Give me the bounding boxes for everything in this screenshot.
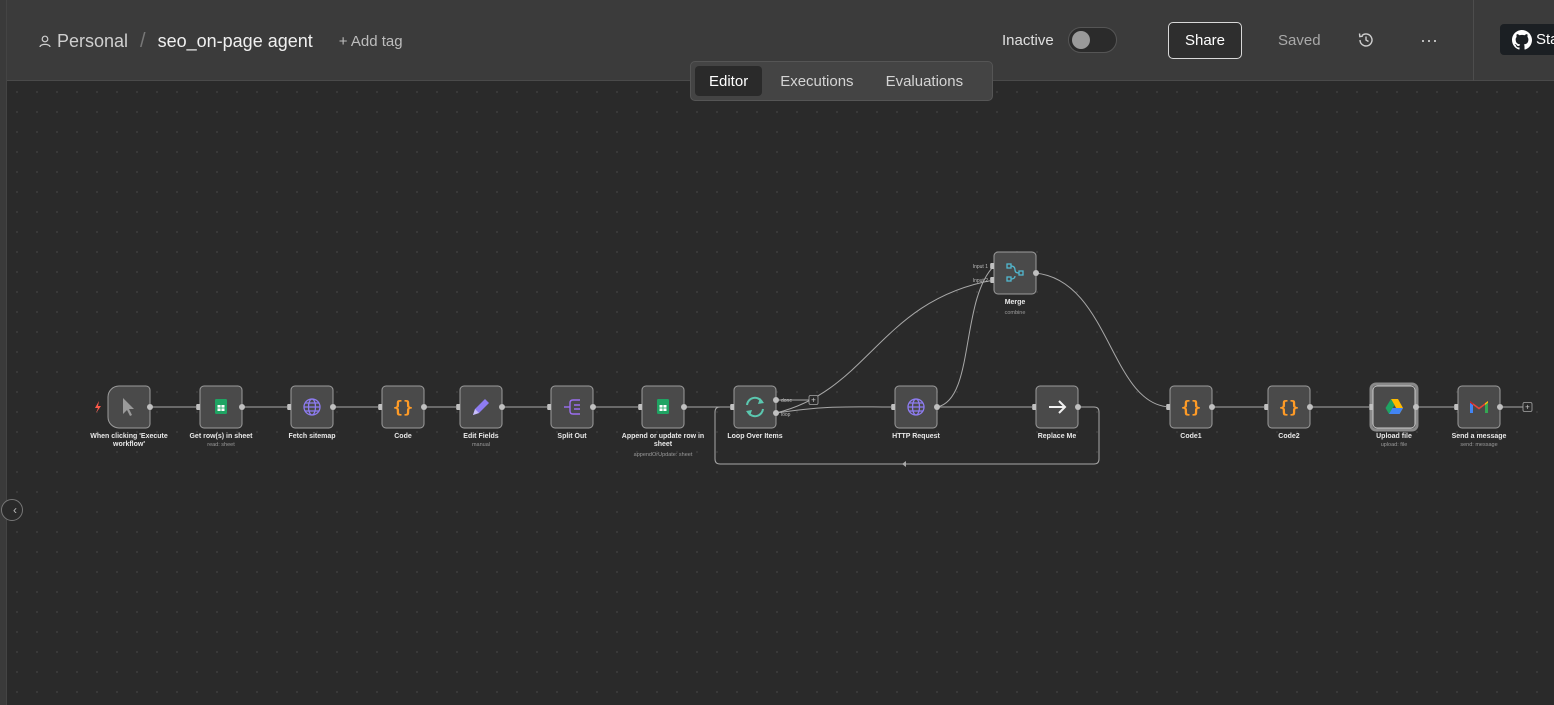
merge-input2-label: Input 2 — [973, 278, 989, 284]
code-braces-icon: {} — [1279, 398, 1299, 418]
node-label: sheet — [654, 441, 673, 448]
merge-input1-label: Input 1 — [973, 264, 989, 270]
node-manual-trigger[interactable]: When clicking 'Execute workflow' — [90, 385, 168, 448]
loop-loop-label: loop — [781, 412, 791, 418]
node-label: Code — [394, 433, 412, 440]
node-label: Replace Me — [1038, 433, 1077, 440]
node-code1[interactable]: {} Code1 — [1169, 385, 1215, 440]
connection — [775, 279, 995, 414]
connections — [150, 265, 1523, 465]
node-send-message[interactable]: Send a message send: message — [1452, 385, 1507, 448]
node-code2[interactable]: {} Code2 — [1267, 385, 1313, 440]
svg-text:+: + — [1525, 403, 1530, 412]
node-subtitle: combine — [1005, 310, 1026, 316]
node-code[interactable]: {} Code — [381, 385, 427, 440]
node-label: Code2 — [1278, 433, 1300, 440]
node-label: When clicking 'Execute — [90, 433, 168, 440]
node-label: Fetch sitemap — [288, 433, 335, 440]
node-label: Send a message — [1452, 433, 1507, 440]
google-sheets-icon — [215, 399, 227, 414]
node-label: Loop Over Items — [727, 433, 782, 440]
node-subtitle: send: message — [1460, 442, 1497, 448]
node-loop-over-items[interactable]: Loop Over Items — [727, 385, 783, 440]
node-fetch-sitemap[interactable]: Fetch sitemap — [288, 385, 336, 440]
node-subtitle: read: sheet — [207, 442, 235, 448]
google-sheets-icon — [657, 399, 669, 414]
node-append-row[interactable]: Append or update row in sheet appendOrUp… — [622, 385, 704, 458]
node-split-out[interactable]: Split Out — [550, 385, 596, 440]
node-label: workflow' — [112, 441, 145, 448]
node-label: HTTP Request — [892, 433, 940, 440]
node-label: Append or update row in — [622, 433, 704, 440]
node-label: Merge — [1005, 299, 1026, 306]
node-label: Get row(s) in sheet — [189, 433, 253, 440]
lightning-icon — [95, 401, 101, 413]
node-subtitle: manual — [472, 442, 490, 448]
node-replace-me[interactable]: Replace Me — [1035, 385, 1081, 440]
loop-done-label: done — [781, 398, 792, 404]
svg-text:+: + — [811, 396, 816, 405]
node-subtitle: upload: file — [1381, 442, 1408, 448]
node-upload-file[interactable]: Upload file upload: file — [1369, 382, 1419, 448]
node-edit-fields[interactable]: Edit Fields manual — [459, 385, 505, 448]
code-braces-icon: {} — [393, 398, 413, 418]
node-get-rows[interactable]: Get row(s) in sheet read: sheet — [189, 385, 253, 448]
n8n-app: Personal / seo_on-page agent + Add tag I… — [0, 0, 1554, 705]
node-label: Edit Fields — [463, 433, 499, 440]
node-label: Upload file — [1376, 433, 1412, 440]
node-http-request[interactable]: HTTP Request — [892, 385, 941, 440]
connection-arrows — [196, 263, 1458, 467]
code-braces-icon: {} — [1181, 398, 1201, 418]
node-merge[interactable]: Merge combine — [993, 251, 1039, 316]
workflow-graph: + + done loop Input 1 Input 2 When click… — [90, 251, 1533, 467]
node-label: Split Out — [557, 433, 587, 440]
node-subtitle: appendOrUpdate: sheet — [634, 452, 693, 458]
node-label: Code1 — [1180, 433, 1202, 440]
